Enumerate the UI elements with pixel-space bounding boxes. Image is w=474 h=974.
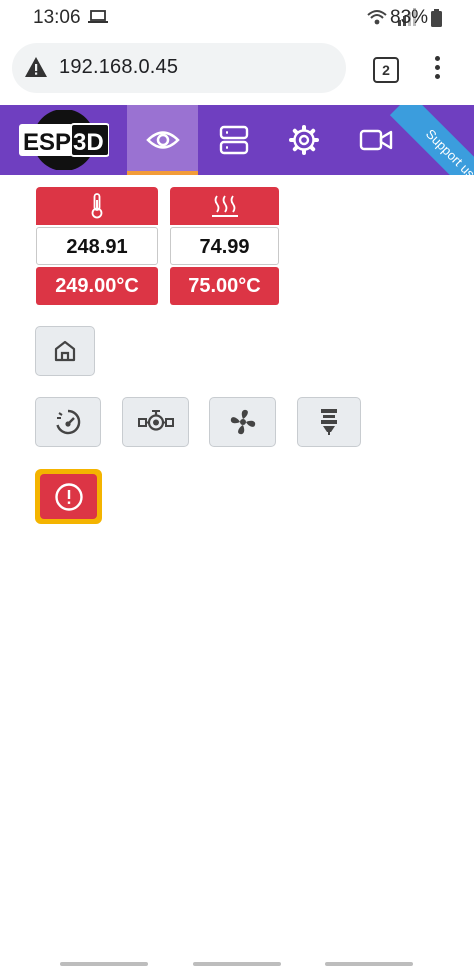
heated-bed-icon [211, 195, 238, 217]
flow-valve-icon [137, 410, 174, 431]
video-camera-icon [359, 129, 393, 151]
alert-circle-icon [54, 482, 83, 511]
emergency-stop-button[interactable] [40, 474, 97, 519]
extruder-temperature-header[interactable] [36, 187, 158, 225]
url-text[interactable]: 192.168.0.45 [59, 56, 178, 79]
settings-tab[interactable] [274, 105, 334, 175]
laptop-icon [88, 10, 108, 23]
gesture-bar-center [193, 962, 281, 966]
server-icon [219, 125, 249, 155]
home-button[interactable] [35, 326, 95, 376]
dashboard-tab[interactable] [127, 105, 198, 175]
status-bar: 13:06 83% [0, 0, 474, 36]
bed-target-temperature[interactable]: 75.00°C [170, 267, 279, 305]
fan-icon [230, 409, 255, 435]
extruder-temperature-card: 248.91 249.00°C [36, 187, 158, 305]
tab-switcher-button[interactable]: 2 [373, 57, 399, 83]
svg-text:ESP: ESP [23, 129, 71, 156]
eye-icon [145, 131, 180, 149]
extruder-icon [321, 409, 337, 435]
more-options-icon[interactable] [425, 56, 449, 82]
gear-icon [289, 125, 319, 155]
battery-icon [431, 9, 442, 27]
bed-temperature-card: 74.99 75.00°C [170, 187, 279, 305]
thermometer-icon [91, 193, 103, 219]
not-secure-warning-icon[interactable] [25, 57, 47, 77]
esp3d-navbar: ESP 3D Support us [0, 105, 474, 175]
files-tab[interactable] [204, 105, 264, 175]
bed-temperature-header[interactable] [170, 187, 279, 225]
clock: 13:06 [33, 7, 81, 28]
emergency-stop-outline [35, 469, 102, 524]
bed-current-temperature: 74.99 [170, 227, 279, 265]
speed-button[interactable] [35, 397, 101, 447]
extruder-target-temperature[interactable]: 249.00°C [36, 267, 158, 305]
extruder-button[interactable] [297, 397, 361, 447]
speedometer-icon [56, 409, 81, 435]
address-bar[interactable]: 192.168.0.45 [12, 43, 346, 93]
gesture-bar-right [325, 962, 413, 966]
browser-toolbar: 192.168.0.45 2 [0, 36, 474, 104]
flow-rate-button[interactable] [122, 397, 189, 447]
battery-percentage: 83% [390, 7, 429, 28]
gesture-bar-left [60, 962, 148, 966]
home-icon [54, 340, 76, 362]
esp3d-logo[interactable]: ESP 3D [19, 110, 109, 170]
active-tab-indicator [127, 171, 198, 175]
extruder-current-temperature: 248.91 [36, 227, 158, 265]
fan-button[interactable] [209, 397, 276, 447]
svg-text:3D: 3D [73, 129, 104, 156]
